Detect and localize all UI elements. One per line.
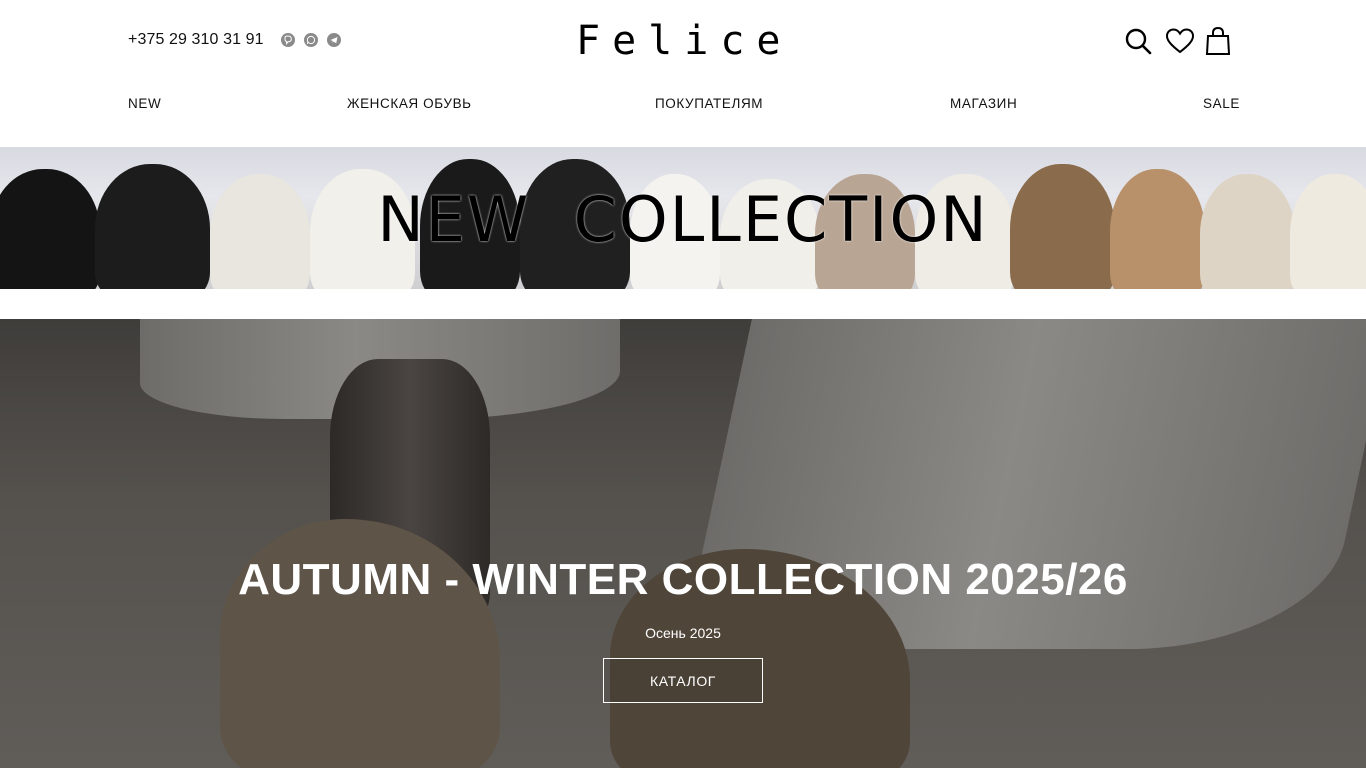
heart-icon[interactable] (1164, 24, 1196, 58)
contact-bar: +375 29 310 31 91 (128, 29, 341, 51)
banner-title: NEW COLLECTION (0, 183, 1366, 256)
banner-title-collection: COLLECTION (573, 183, 989, 256)
hero-section: AUTUMN - WINTER COLLECTION 2025/26 Осень… (0, 319, 1366, 768)
banner-title-new: NEW (377, 183, 531, 256)
nav-item-sale[interactable]: SALE (1203, 96, 1240, 111)
nav-item-new[interactable]: NEW (128, 96, 161, 111)
catalog-button[interactable]: КАТАЛОГ (603, 658, 763, 703)
new-collection-banner[interactable]: NEW COLLECTION (0, 147, 1366, 289)
telegram-icon[interactable] (326, 33, 341, 47)
whatsapp-icon[interactable] (303, 33, 318, 47)
nav-item-customers[interactable]: ПОКУПАТЕЛЯМ (655, 96, 763, 111)
nav-item-womens-shoes[interactable]: ЖЕНСКАЯ ОБУВЬ (347, 96, 472, 111)
site-header: +375 29 310 31 91 Felice NEW ЖЕНСКАЯ ОБУ… (0, 0, 1366, 146)
phone-number[interactable]: +375 29 310 31 91 (128, 31, 264, 49)
main-navigation: NEW ЖЕНСКАЯ ОБУВЬ ПОКУПАТЕЛЯМ МАГАЗИН SA… (128, 96, 1240, 116)
hero-title: AUTUMN - WINTER COLLECTION 2025/26 (238, 555, 1128, 604)
nav-item-shop[interactable]: МАГАЗИН (950, 96, 1017, 111)
site-logo[interactable]: Felice (576, 20, 790, 62)
hero-subtitle: Осень 2025 (645, 625, 721, 641)
search-icon[interactable] (1122, 24, 1154, 58)
viber-icon[interactable] (280, 33, 295, 47)
cart-icon[interactable] (1202, 24, 1234, 58)
